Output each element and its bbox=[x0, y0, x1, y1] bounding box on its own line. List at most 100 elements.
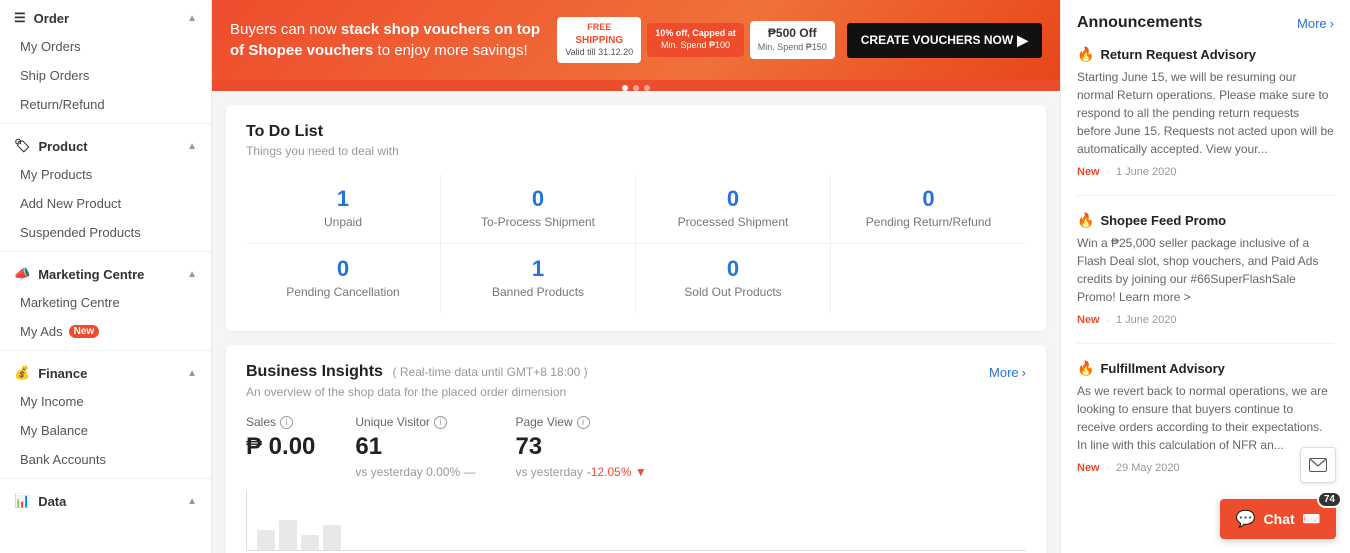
voucher-discount-detail: Min. Spend ₱100 bbox=[655, 40, 736, 52]
todo-item-pending-return[interactable]: 0 Pending Return/Refund bbox=[831, 174, 1026, 244]
announcements-title: Announcements bbox=[1077, 14, 1202, 32]
pv-compare-change: -12.05% ▼ bbox=[587, 465, 647, 479]
fire-icon-2: 🔥 bbox=[1077, 212, 1094, 229]
order-icon: ☰ bbox=[14, 10, 26, 26]
sidebar-section-product-header[interactable]: 🏷 Product ▲ bbox=[0, 128, 211, 160]
sidebar-item-ship-orders[interactable]: Ship Orders bbox=[0, 61, 211, 90]
todo-item-unpaid[interactable]: 1 Unpaid bbox=[246, 174, 441, 244]
todo-pending-cancel-value: 0 bbox=[337, 258, 349, 280]
sidebar-item-add-new-product-label: Add New Product bbox=[20, 196, 121, 211]
banner-dot-3[interactable] bbox=[644, 85, 650, 91]
sidebar-item-bank-accounts[interactable]: Bank Accounts bbox=[0, 445, 211, 474]
product-icon: 🏷 bbox=[14, 138, 31, 154]
todo-sold-out-label: Sold Out Products bbox=[684, 285, 781, 299]
metric-sales-value: ₱ 0.00 bbox=[246, 433, 315, 461]
chart-bar-3 bbox=[301, 535, 319, 550]
marketing-items: Marketing Centre My Ads New bbox=[0, 288, 211, 346]
banner-dot-2[interactable] bbox=[633, 85, 639, 91]
todo-title: To Do List bbox=[246, 123, 1026, 141]
sidebar-item-my-balance[interactable]: My Balance bbox=[0, 416, 211, 445]
promo-banner: Buyers can now stack shop vouchers on to… bbox=[212, 0, 1060, 80]
product-items: My Products Add New Product Suspended Pr… bbox=[0, 160, 211, 247]
sidebar-item-marketing-centre[interactable]: Marketing Centre bbox=[0, 288, 211, 317]
sidebar-item-bank-accounts-label: Bank Accounts bbox=[20, 452, 106, 467]
pv-info-icon[interactable]: i bbox=[577, 416, 590, 429]
insights-more-link[interactable]: More › bbox=[989, 365, 1026, 380]
metric-uv-compare: vs yesterday 0.00% — bbox=[355, 465, 475, 479]
sidebar-section-finance: 💰 Finance ▲ My Income My Balance Bank Ac… bbox=[0, 355, 211, 474]
sidebar-item-my-balance-label: My Balance bbox=[20, 423, 88, 438]
metric-page-view: Page View i 73 vs yesterday -12.05% ▼ bbox=[515, 415, 646, 479]
sidebar-section-finance-header[interactable]: 💰 Finance ▲ bbox=[0, 355, 211, 387]
create-vouchers-button[interactable]: CREATE VOUCHERS NOW ▶ bbox=[847, 23, 1042, 58]
chevron-up-icon-product: ▲ bbox=[187, 141, 197, 152]
sidebar-section-order-header[interactable]: ☰ Order ▲ bbox=[0, 0, 211, 32]
todo-unpaid-value: 1 bbox=[337, 188, 349, 210]
todo-grid: 1 Unpaid 0 To-Process Shipment 0 Process… bbox=[246, 174, 1026, 313]
uv-info-icon[interactable]: i bbox=[434, 416, 447, 429]
voucher-card-shipping-text: SHIPPING bbox=[565, 34, 633, 47]
chat-label: Chat bbox=[1264, 511, 1295, 527]
sidebar-item-my-income[interactable]: My Income bbox=[0, 387, 211, 416]
voucher-card-free-shipping: FREE SHIPPING Valid till 31.12.20 bbox=[557, 17, 641, 63]
todo-item-banned-products[interactable]: 1 Banned Products bbox=[441, 244, 636, 313]
metric-pv-value: 73 bbox=[515, 433, 646, 461]
sidebar-item-marketing-centre-label: Marketing Centre bbox=[20, 295, 120, 310]
announcements-more-link[interactable]: More › bbox=[1297, 16, 1334, 31]
banner-dots bbox=[212, 80, 1060, 91]
todo-to-process-value: 0 bbox=[532, 188, 544, 210]
insights-time: ( Real-time data until GMT+8 18:00 ) bbox=[393, 365, 588, 379]
todo-pending-cancel-label: Pending Cancellation bbox=[286, 285, 399, 299]
todo-item-pending-cancellation[interactable]: 0 Pending Cancellation bbox=[246, 244, 441, 313]
metric-pv-label: Page View i bbox=[515, 415, 646, 429]
chat-button[interactable]: 💬 Chat ⌨ 74 bbox=[1220, 499, 1336, 539]
todo-item-to-process-shipment[interactable]: 0 To-Process Shipment bbox=[441, 174, 636, 244]
content-left: To Do List Things you need to deal with … bbox=[226, 105, 1046, 553]
banner-dot-1[interactable] bbox=[622, 85, 628, 91]
todo-pending-return-value: 0 bbox=[922, 188, 934, 210]
chart-bar-1 bbox=[257, 530, 275, 550]
mail-icon bbox=[1309, 458, 1327, 472]
ann-2-body: Win a ₱25,000 seller package inclusive o… bbox=[1077, 234, 1334, 306]
todo-item-processed-shipment[interactable]: 0 Processed Shipment bbox=[636, 174, 831, 244]
sales-info-icon[interactable]: i bbox=[280, 416, 293, 429]
ann-3-body: As we revert back to normal operations, … bbox=[1077, 382, 1334, 454]
voucher-card-500-off: ₱500 Off Min. Spend ₱150 bbox=[750, 21, 835, 58]
ann-2-new-label: New bbox=[1077, 314, 1100, 326]
voucher-card-discount: 10% off, Capped at Min. Spend ₱100 bbox=[647, 23, 744, 56]
sidebar-section-marketing: 📣 Marketing Centre ▲ Marketing Centre My… bbox=[0, 256, 211, 346]
announcement-item-2: 🔥 Shopee Feed Promo Win a ₱25,000 seller… bbox=[1077, 212, 1334, 344]
sidebar-section-data-header[interactable]: 📊 Data ▲ bbox=[0, 483, 211, 515]
metric-uv-value: 61 bbox=[355, 433, 475, 461]
metrics-row: Sales i ₱ 0.00 Unique Visitor i 61 bbox=[246, 415, 1026, 479]
sidebar-section-order: ☰ Order ▲ My Orders Ship Orders Return/R… bbox=[0, 0, 211, 119]
sidebar-item-add-new-product[interactable]: Add New Product bbox=[0, 189, 211, 218]
sidebar-item-my-products-label: My Products bbox=[20, 167, 92, 182]
chart-area bbox=[246, 491, 1026, 551]
finance-items: My Income My Balance Bank Accounts bbox=[0, 387, 211, 474]
mail-icon-button[interactable] bbox=[1300, 447, 1336, 483]
ann-1-new-label: New bbox=[1077, 166, 1100, 178]
metric-pv-compare: vs yesterday -12.05% ▼ bbox=[515, 465, 646, 479]
sidebar-item-my-ads[interactable]: My Ads New bbox=[0, 317, 211, 346]
todo-subtitle: Things you need to deal with bbox=[246, 144, 1026, 158]
sidebar-section-marketing-header[interactable]: 📣 Marketing Centre ▲ bbox=[0, 256, 211, 288]
todo-sold-out-value: 0 bbox=[727, 258, 739, 280]
metric-sales: Sales i ₱ 0.00 bbox=[246, 415, 315, 479]
ann-1-title-row: 🔥 Return Request Advisory bbox=[1077, 46, 1334, 63]
insights-more-chevron: › bbox=[1022, 365, 1026, 380]
ann-3-title-row: 🔥 Fulfillment Advisory bbox=[1077, 360, 1334, 377]
ann-2-meta: New · 1 June 2020 bbox=[1077, 312, 1334, 327]
finance-icon: 💰 bbox=[14, 365, 30, 381]
sidebar-item-my-products[interactable]: My Products bbox=[0, 160, 211, 189]
announcements-more-label: More bbox=[1297, 16, 1327, 31]
voucher-500-label: ₱500 Off bbox=[758, 26, 827, 42]
ann-1-meta: New · 1 June 2020 bbox=[1077, 164, 1334, 179]
todo-item-sold-out[interactable]: 0 Sold Out Products bbox=[636, 244, 831, 313]
sidebar-item-my-orders[interactable]: My Orders bbox=[0, 32, 211, 61]
ann-3-meta: New · 29 May 2020 bbox=[1077, 460, 1334, 475]
sidebar-item-suspended-products[interactable]: Suspended Products bbox=[0, 218, 211, 247]
ann-3-new-label: New bbox=[1077, 462, 1100, 474]
chevron-up-icon-marketing: ▲ bbox=[187, 269, 197, 280]
sidebar-item-return-refund[interactable]: Return/Refund bbox=[0, 90, 211, 119]
